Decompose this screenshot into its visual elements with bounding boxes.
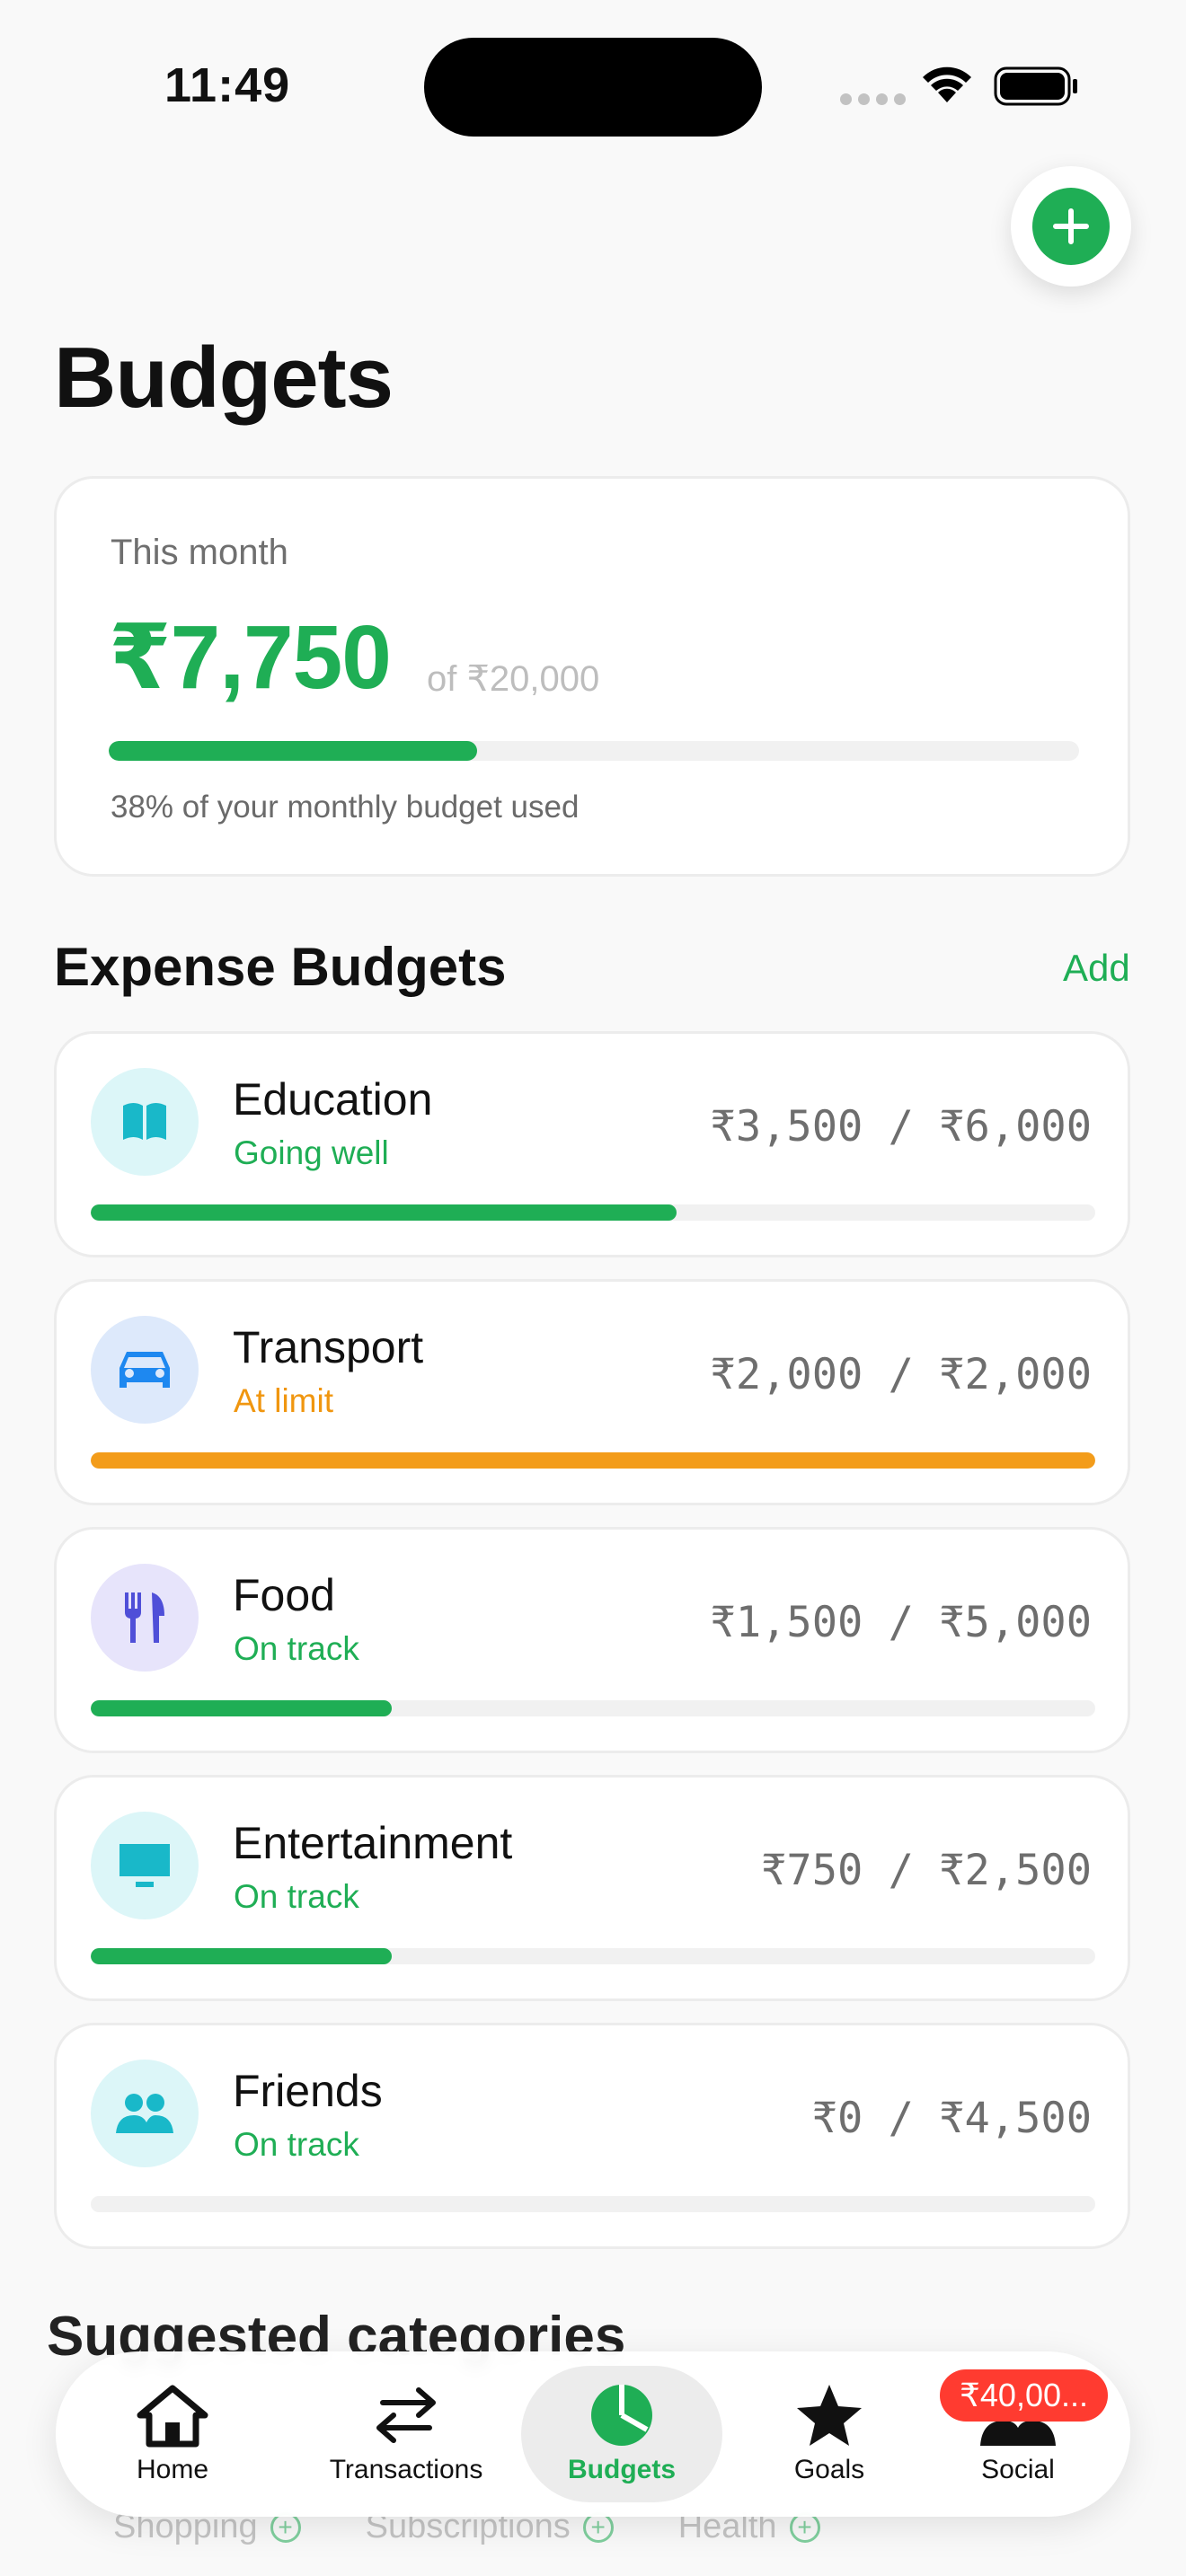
budget-status: Going well bbox=[234, 1134, 389, 1171]
dynamic-island bbox=[424, 38, 762, 137]
budget-progress-bar bbox=[91, 2196, 1095, 2212]
people-icon bbox=[91, 2060, 199, 2167]
wifi-icon bbox=[923, 66, 971, 102]
cellular-signal-icon bbox=[840, 93, 906, 105]
book-icon bbox=[91, 1068, 199, 1176]
budget-progress-fill bbox=[91, 1948, 393, 1964]
budget-amount: ₹1,500 / ₹5,000 bbox=[710, 1598, 1092, 1647]
tab-goals[interactable]: Goals bbox=[762, 2351, 897, 2517]
battery-icon bbox=[994, 66, 1077, 106]
budget-name: Transport bbox=[233, 1322, 424, 1372]
tab-label: Social bbox=[981, 2455, 1055, 2484]
budget-status: On track bbox=[234, 1630, 359, 1667]
budget-progress-fill bbox=[91, 1700, 393, 1716]
tab-home[interactable]: Home bbox=[108, 2351, 237, 2517]
status-time: 11:49 bbox=[164, 58, 291, 112]
budget-progress-bar bbox=[91, 1948, 1095, 1964]
page-title: Budgets bbox=[54, 330, 394, 426]
car-icon bbox=[91, 1316, 199, 1424]
budget-card-entertainment[interactable]: Entertainment On track ₹750 / ₹2,500 bbox=[54, 1775, 1130, 2001]
budget-progress-bar bbox=[91, 1452, 1095, 1469]
summary-label: This month bbox=[111, 533, 288, 572]
tv-icon bbox=[91, 1812, 199, 1919]
section-title: Expense Budgets bbox=[54, 937, 507, 997]
budget-name: Food bbox=[233, 1570, 335, 1620]
summary-note: 38% of your monthly budget used bbox=[111, 790, 580, 825]
tab-transactions[interactable]: Transactions bbox=[293, 2351, 519, 2517]
budget-status: At limit bbox=[234, 1382, 333, 1419]
budget-amount: ₹3,500 / ₹6,000 bbox=[710, 1102, 1092, 1151]
summary-spent-amount: ₹7,750 bbox=[109, 607, 392, 708]
summary-progress-bar bbox=[109, 741, 1079, 761]
tab-budgets[interactable]: Budgets bbox=[521, 2351, 722, 2517]
budget-name: Education bbox=[233, 1074, 433, 1125]
plus-icon bbox=[1032, 188, 1110, 265]
budget-amount: ₹750 / ₹2,500 bbox=[761, 1846, 1092, 1895]
social-balance-badge: ₹40,00... bbox=[940, 2369, 1108, 2422]
star-icon bbox=[797, 2385, 862, 2446]
budget-amount: ₹2,000 / ₹2,000 bbox=[710, 1350, 1092, 1399]
monthly-summary-card: This month ₹7,750 of ₹20,000 38% of your… bbox=[54, 476, 1130, 877]
budget-card-food[interactable]: Food On track ₹1,500 / ₹5,000 bbox=[54, 1527, 1130, 1753]
add-expense-budget-link[interactable]: Add bbox=[1063, 947, 1130, 990]
add-budget-button[interactable] bbox=[1011, 166, 1131, 287]
tab-label: Transactions bbox=[329, 2455, 483, 2484]
tab-label: Home bbox=[136, 2455, 209, 2484]
budget-progress-bar bbox=[91, 1700, 1095, 1716]
tab-label: Budgets bbox=[568, 2455, 676, 2484]
summary-progress-fill bbox=[109, 741, 478, 761]
arrows-icon bbox=[376, 2387, 436, 2443]
budget-name: Entertainment bbox=[233, 1818, 513, 1868]
budget-amount: ₹0 / ₹4,500 bbox=[811, 2094, 1092, 2143]
house-icon bbox=[137, 2385, 208, 2448]
budget-card-transport[interactable]: Transport At limit ₹2,000 / ₹2,000 bbox=[54, 1279, 1130, 1505]
fork-knife-icon bbox=[91, 1564, 199, 1672]
budget-card-friends[interactable]: Friends On track ₹0 / ₹4,500 bbox=[54, 2023, 1130, 2249]
budget-card-education[interactable]: Education Going well ₹3,500 / ₹6,000 bbox=[54, 1031, 1130, 1257]
budget-name: Friends bbox=[233, 2066, 383, 2116]
budget-status: On track bbox=[234, 2126, 359, 2163]
budget-progress-bar bbox=[91, 1204, 1095, 1221]
budget-progress-fill bbox=[91, 1452, 1095, 1469]
budget-status: On track bbox=[234, 1878, 359, 1915]
budget-progress-fill bbox=[91, 1204, 677, 1221]
summary-total-amount: of ₹20,000 bbox=[427, 659, 600, 699]
pie-chart-icon bbox=[591, 2385, 652, 2446]
tab-label: Goals bbox=[793, 2455, 865, 2484]
